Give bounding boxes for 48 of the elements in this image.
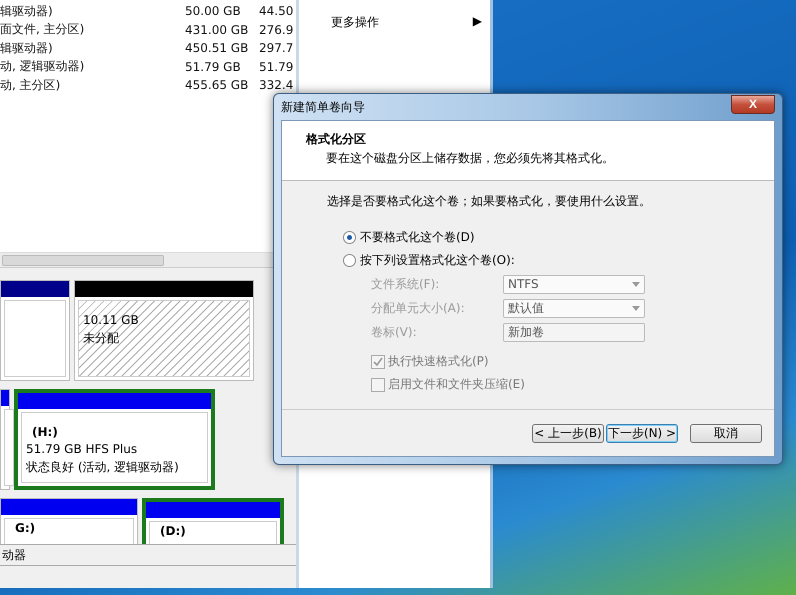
radio-option[interactable]: 按下列设置格式化这个卷(O): [343,249,774,272]
dialog-button[interactable]: 下一步(N) > [606,424,678,442]
table-cell-text: 动, 逻辑驱动器) [0,58,86,76]
radio-option[interactable]: 不要格式化这个卷(D) [343,226,774,249]
partition-info: 未分配 [83,330,120,347]
radio-icon[interactable] [343,231,356,244]
field-label: 分配单元大小(A): [371,300,466,316]
table-cell-text: 297.7 [259,41,294,56]
field-label: 文件系统(F): [371,276,440,292]
table-cell-text: 辑驱动器) [0,2,54,20]
table-cell-text: 455.65 GB [185,78,250,92]
partition-name: (H:) [31,425,59,439]
action-menu-item[interactable]: 更多操作 ▶ [299,12,490,33]
partition-block[interactable] [0,280,70,381]
window-title: 新建简单卷向导 [281,98,365,116]
partition-header [1,281,69,297]
caret-icon [632,282,640,286]
caret-icon [632,306,640,310]
page-heading: 格式化分区 [306,131,367,148]
table-cell-text: 51.79 GB [185,60,242,74]
partition-name: (D:) [159,524,187,538]
partition-info: 10.11 GB [83,313,140,327]
partition-info: 状态良好 (活动, 逻辑驱动器) [26,459,180,476]
table-cell-text: 辑驱动器) [0,40,54,57]
dialog-button[interactable]: < 上一步(B) [532,424,604,442]
partition-block[interactable]: (H:) 51.79 GB HFS Plus 状态良好 (活动, 逻辑驱动器) [14,389,215,490]
partition-block[interactable]: (D:) [142,498,284,544]
table-cell-text: 332.4 [259,78,294,92]
legend-label: 动器 [2,546,26,564]
partition-block[interactable]: 10.11 GB 未分配 [74,280,254,381]
partition-info: 51.79 GB HFS Plus [26,442,138,456]
field-label: 卷标(V): [371,324,418,340]
instruction-text: 选择是否要格式化这个卷；如果要格式化，要使用什么设置。 [327,193,652,210]
table-cell-text: 276.9 [259,22,294,37]
table-cell-text: 51.79 [259,60,294,74]
partition-header [1,390,9,406]
table-cell-text: 面文件, 主分区) [0,21,86,38]
close-button[interactable]: X [731,94,775,114]
dialog-button[interactable]: 取消 [690,424,762,442]
table-cell-text: 450.51 GB [185,41,250,56]
radio-icon[interactable] [343,254,356,267]
page-subheading: 要在这个磁盘分区上储存数据，您必须先将其格式化。 [325,150,615,167]
table-cell-text: 50.00 GB [185,4,242,18]
table-cell-text: 44.50 [259,4,294,18]
partition-block[interactable]: G:) [0,498,138,544]
table-cell-text: 431.00 GB [185,22,250,37]
partition-name: G:) [14,521,36,535]
table-cell-text: 动, 主分区) [0,76,62,94]
